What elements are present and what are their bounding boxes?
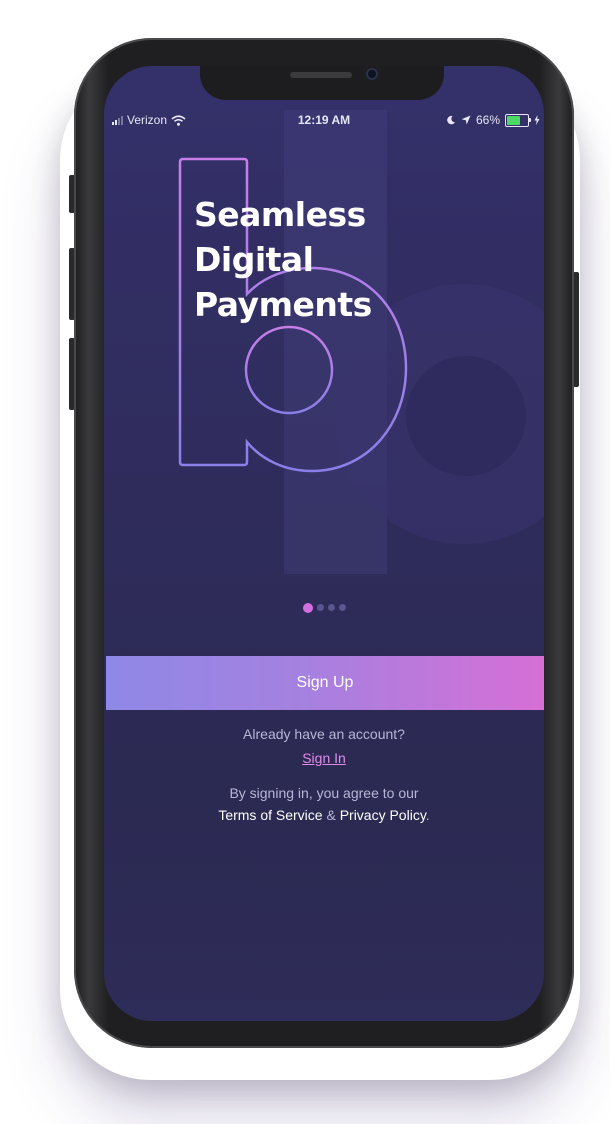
pager-dot[interactable]	[327, 604, 335, 611]
battery-percent: 66%	[475, 113, 500, 127]
device-mockup: Seamless Digital Payments Verizon 12:19 …	[0, 0, 610, 1124]
app-screen: Seamless Digital Payments Verizon 12:19 …	[104, 66, 544, 1021]
location-arrow-icon	[461, 115, 471, 125]
status-right: 66%	[446, 113, 540, 127]
moon-icon	[447, 115, 455, 125]
charging-icon	[534, 115, 540, 125]
headline-line-1: Seamless	[194, 195, 366, 234]
sign-up-button[interactable]: Sign Up	[106, 656, 544, 710]
battery-fill	[507, 115, 521, 125]
speaker-grille	[290, 72, 352, 78]
hero-headline: Seamless Digital Payments	[194, 192, 372, 327]
sign-in-link[interactable]: Sign In	[104, 750, 544, 766]
legal-links: Terms of Service & Privacy Policy.	[104, 807, 544, 823]
background-circle-hole	[406, 356, 526, 476]
privacy-policy-link[interactable]: Privacy Policy	[340, 807, 426, 823]
legal-period: .	[425, 807, 430, 823]
legal-ampersand: &	[326, 807, 336, 823]
legal-text: By signing in, you agree to our	[229, 785, 419, 801]
notch	[200, 66, 444, 100]
headline-line-2: Digital	[194, 240, 314, 279]
status-bar: Verizon 12:19 AM 66%	[104, 110, 544, 130]
b-letter-counter	[244, 325, 334, 415]
pager-dot[interactable]	[302, 602, 313, 613]
brand-b-illustration	[178, 157, 544, 544]
front-camera	[366, 68, 378, 80]
pager-dot[interactable]	[338, 604, 346, 611]
terms-of-service-link[interactable]: Terms of Service	[218, 807, 322, 823]
headline-line-3: Payments	[194, 285, 372, 324]
battery-icon	[505, 113, 531, 127]
already-have-account-text: Already have an account?	[243, 726, 405, 742]
carousel-pager	[104, 602, 544, 613]
pager-dot[interactable]	[316, 604, 324, 611]
